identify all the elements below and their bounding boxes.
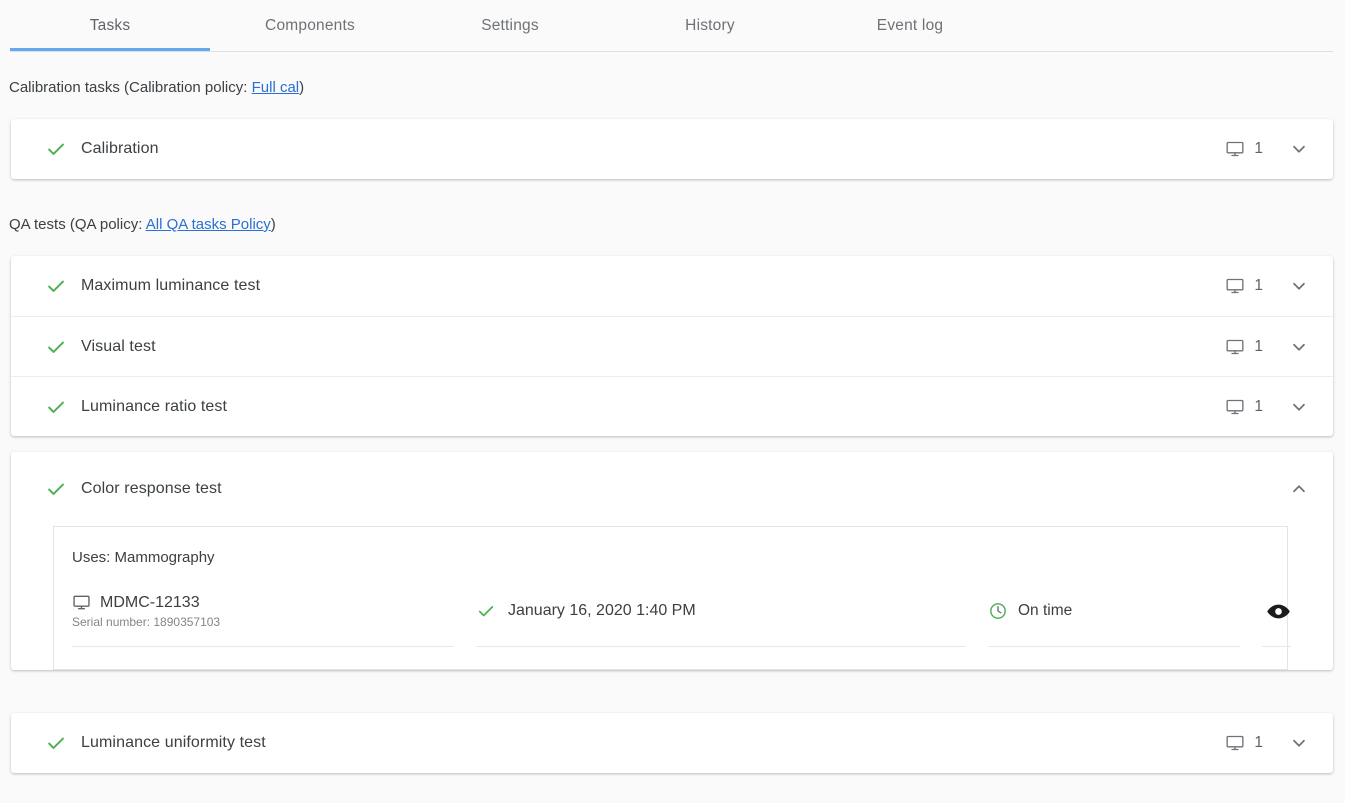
detail-date-cell: January 16, 2020 1:40 PM <box>476 587 966 647</box>
qa-section-prefix: QA tests (QA policy: <box>9 216 146 233</box>
task-row[interactable]: Color response test <box>11 452 1333 526</box>
task-label: Luminance uniformity test <box>81 734 266 751</box>
task-row[interactable]: Maximum luminance test 1 <box>11 256 1333 316</box>
check-icon <box>48 737 64 749</box>
eye-icon[interactable] <box>1266 599 1291 624</box>
uses-label: Uses: Mammography <box>72 549 215 566</box>
monitor-icon <box>1226 141 1244 157</box>
task-label: Visual test <box>81 337 156 355</box>
device-count: 1 <box>1254 397 1263 415</box>
detail-device-cell: MDMC-12133 Serial number: 1890357103 <box>72 587 454 647</box>
tab-history[interactable]: History <box>610 0 810 51</box>
color-response-test-card: Color response test Uses: Mammography MD… <box>11 452 1333 670</box>
detail-timeliness-cell: On time <box>988 587 1240 647</box>
task-row[interactable]: Calibration 1 <box>11 119 1333 179</box>
task-row-controls: 1 <box>1225 732 1333 754</box>
qa-section-title: QA tests (QA policy: All QA tasks Policy… <box>0 217 1345 232</box>
check-icon <box>48 341 64 353</box>
completion-date: January 16, 2020 1:40 PM <box>508 602 696 619</box>
task-row[interactable]: Luminance ratio test 1 <box>11 376 1333 436</box>
task-label: Calibration <box>81 140 159 157</box>
calibration-section-title: Calibration tasks (Calibration policy: F… <box>0 80 1345 95</box>
monitor-icon <box>1226 735 1244 751</box>
qa-section-suffix: ) <box>270 216 276 233</box>
detail-row: MDMC-12133 Serial number: 1890357103 Jan… <box>54 587 1291 669</box>
monitor-icon <box>1226 399 1244 414</box>
check-icon <box>48 280 64 292</box>
calibration-section-prefix: Calibration tasks (Calibration policy: <box>9 79 252 96</box>
detail-actions-cell <box>1262 587 1291 647</box>
luminance-uniformity-card: Luminance uniformity test 1 <box>11 713 1333 773</box>
device-count: 1 <box>1254 277 1263 294</box>
tab-event-log[interactable]: Event log <box>810 0 1010 51</box>
tab-components[interactable]: Components <box>210 0 410 51</box>
chevron-down-icon[interactable] <box>1288 396 1310 418</box>
tab-settings[interactable]: Settings <box>410 0 610 51</box>
task-row-controls: 1 <box>1225 336 1333 358</box>
device-serial: Serial number: 1890357103 <box>72 615 221 629</box>
check-icon <box>48 143 64 155</box>
device-name-wrap: MDMC-12133 <box>72 593 220 612</box>
chevron-down-icon[interactable] <box>1288 732 1310 754</box>
timeliness-status: On time <box>1018 602 1073 619</box>
device-count: 1 <box>1254 140 1263 157</box>
tab-bar: Tasks Components Settings History Event … <box>0 0 1345 52</box>
task-row[interactable]: Luminance uniformity test 1 <box>11 713 1333 773</box>
check-icon <box>478 606 494 617</box>
task-row-controls: 1 <box>1225 396 1333 418</box>
check-icon <box>48 483 64 495</box>
task-row-controls <box>1272 478 1333 500</box>
chevron-down-icon[interactable] <box>1288 336 1310 358</box>
task-label: Color response test <box>81 480 222 497</box>
calibration-tasks-card: Calibration 1 <box>11 119 1333 179</box>
task-row[interactable]: Visual test 1 <box>11 316 1333 376</box>
device-count: 1 <box>1254 337 1263 355</box>
qa-policy-link[interactable]: All QA tasks Policy <box>146 216 271 233</box>
clock-icon <box>990 603 1006 619</box>
calibration-policy-link[interactable]: Full cal <box>252 79 300 96</box>
calibration-section-suffix: ) <box>299 79 305 96</box>
qa-tasks-card: Maximum luminance test 1 Visual test 1 L… <box>11 256 1333 436</box>
device-count: 1 <box>1254 734 1263 751</box>
check-icon <box>48 401 64 413</box>
chevron-down-icon[interactable] <box>1288 275 1310 297</box>
monitor-icon <box>73 595 90 610</box>
chevron-down-icon[interactable] <box>1288 138 1310 160</box>
tab-tasks[interactable]: Tasks <box>10 0 210 51</box>
task-row-controls: 1 <box>1225 275 1333 297</box>
chevron-up-icon[interactable] <box>1288 478 1310 500</box>
monitor-icon <box>1226 278 1244 294</box>
task-row-controls: 1 <box>1225 138 1333 160</box>
device-name: MDMC-12133 <box>100 593 200 611</box>
task-label: Luminance ratio test <box>81 397 228 415</box>
task-label: Maximum luminance test <box>81 277 261 294</box>
task-detail-panel: Uses: Mammography MDMC-12133 Serial numb… <box>53 526 1291 670</box>
monitor-icon <box>1226 339 1244 354</box>
